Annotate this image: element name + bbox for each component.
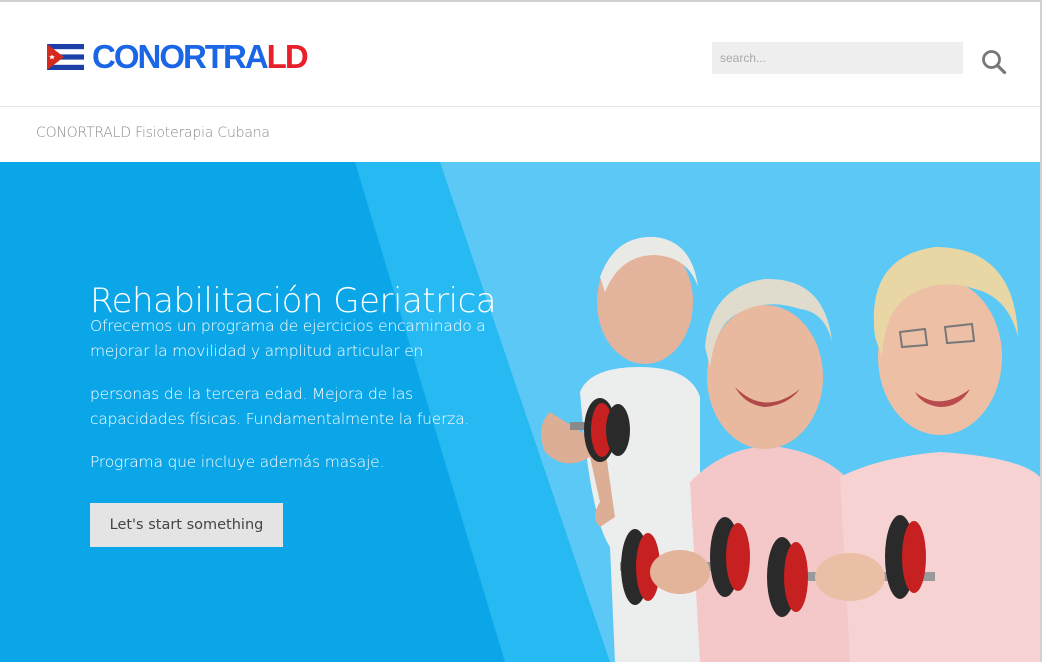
site-logo[interactable]: CONORTRALD	[47, 38, 309, 75]
cuban-flag-icon	[47, 44, 84, 70]
magnifier-icon[interactable]	[980, 48, 1008, 76]
hero-paragraph-1: Ofrecemos un programa de ejercicios enca…	[90, 317, 486, 360]
breadcrumb[interactable]: CONORTRALD Fisioterapia Cubana	[36, 125, 270, 141]
hero-banner: Rehabilitación Geriatrica Ofrecemos un p…	[0, 162, 1040, 662]
site-header: CONORTRALD	[0, 2, 1040, 107]
hero-paragraph-3: Programa que incluye además masaje.	[90, 453, 385, 471]
logo-text-accent: LD	[266, 38, 309, 75]
seniors-with-dumbbells-photo	[541, 236, 1040, 662]
logo-text-main: CONORTRA	[92, 38, 269, 75]
breadcrumb-bar: CONORTRALD Fisioterapia Cubana	[0, 107, 1040, 162]
search-input[interactable]	[712, 42, 963, 74]
hero-paragraph-2: personas de la tercera edad. Mejora de l…	[90, 385, 470, 428]
start-something-button[interactable]: Let's start something	[90, 503, 283, 547]
logo-wordmark: CONORTRALD	[92, 38, 309, 75]
